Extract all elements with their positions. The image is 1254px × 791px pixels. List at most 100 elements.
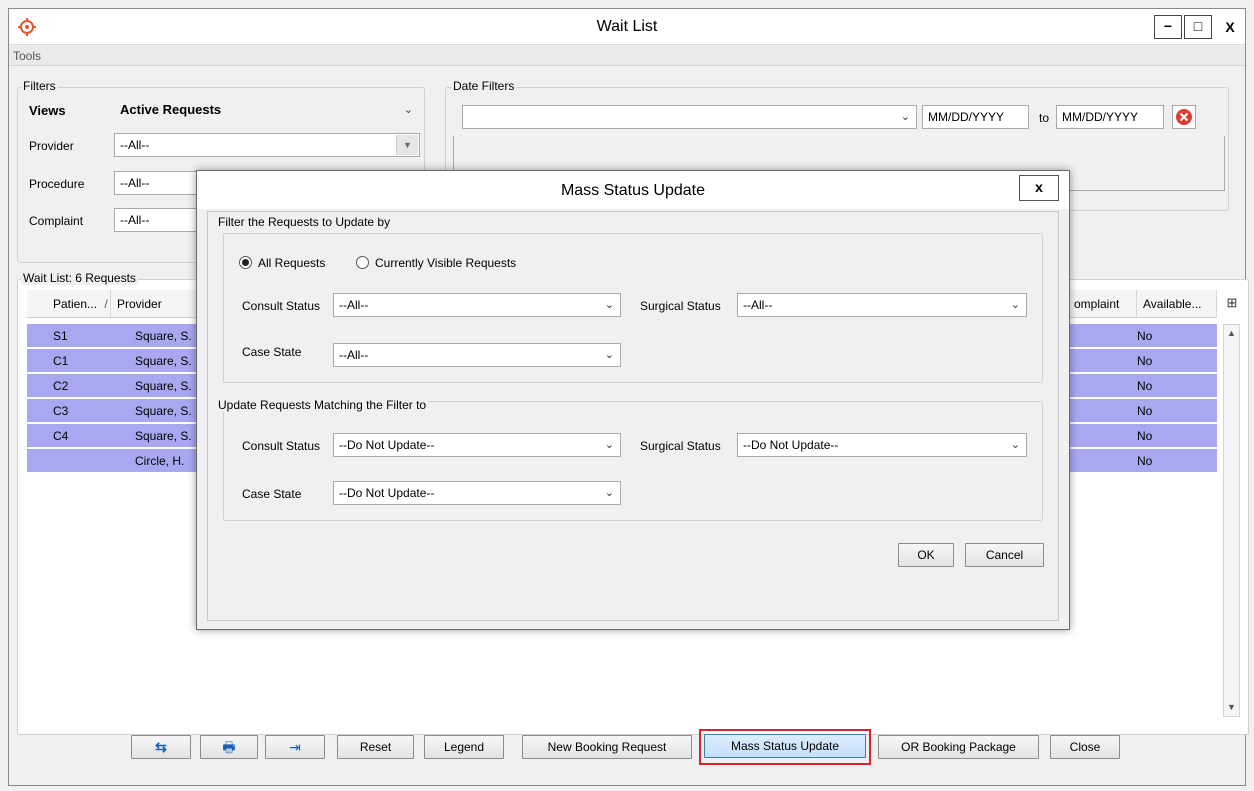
filter-surgical-value: --All-- <box>743 298 773 312</box>
sort-indicator-icon: / <box>104 297 108 311</box>
dialog-title: Mass Status Update <box>560 182 706 199</box>
procedure-label: Procedure <box>29 177 85 191</box>
close-window-button[interactable]: X <box>1217 15 1243 39</box>
ok-button[interactable]: OK <box>898 543 954 567</box>
row-patient: C1 <box>53 354 69 368</box>
date-to-placeholder: MM/DD/YYYY <box>1062 110 1139 124</box>
row-patient: S1 <box>53 329 68 343</box>
complaint-label: Complaint <box>29 214 84 228</box>
row-available: No <box>1137 454 1153 468</box>
close-button[interactable]: Close <box>1050 735 1120 759</box>
provider-value: --All-- <box>120 138 150 152</box>
print-button[interactable]: 🖶 <box>200 735 258 759</box>
row-available: No <box>1137 379 1153 393</box>
row-patient: C4 <box>53 429 69 443</box>
row-available: No <box>1137 429 1153 443</box>
legend-button[interactable]: Legend <box>424 735 504 759</box>
export-button[interactable]: ⇥ <box>265 735 325 759</box>
filter-consult-select[interactable]: --All-- ⌄ <box>333 293 621 317</box>
radio-visible-requests-label: Currently Visible Requests <box>375 256 517 270</box>
update-surgical-value: --Do Not Update-- <box>743 438 839 452</box>
col-complaint[interactable]: omplaint <box>1067 290 1137 318</box>
row-provider: Square, S. <box>135 429 192 443</box>
column-chooser-icon[interactable]: ⊞ <box>1222 290 1242 318</box>
filter-consult-value: --All-- <box>339 298 369 312</box>
scroll-up-icon[interactable]: ▲ <box>1224 325 1239 342</box>
provider-select[interactable]: --All-- ▼ <box>114 133 420 157</box>
chevron-down-icon: ⌄ <box>604 299 614 311</box>
new-booking-request-button[interactable]: New Booking Request <box>522 735 692 759</box>
chevron-down-icon: ⌄ <box>403 104 413 116</box>
radio-all-requests-label: All Requests <box>258 256 326 270</box>
date-from-input[interactable]: MM/DD/YYYY <box>922 105 1029 129</box>
filter-case-value: --All-- <box>339 348 369 362</box>
reset-button[interactable]: Reset <box>337 735 414 759</box>
row-provider: Square, S. <box>135 379 192 393</box>
filter-consult-label: Consult Status <box>242 299 321 313</box>
chevron-down-icon: ⌄ <box>604 439 614 451</box>
filter-requests-legend: Filter the Requests to Update by <box>216 215 393 229</box>
chevron-down-icon: ⌄ <box>1010 439 1020 451</box>
date-filters-legend: Date Filters <box>451 79 517 93</box>
wait-list-legend: Wait List: 6 Requests <box>21 271 138 285</box>
row-available: No <box>1137 354 1153 368</box>
update-case-select[interactable]: --Do Not Update-- ⌄ <box>333 481 621 505</box>
minimize-button[interactable]: − <box>1154 15 1182 39</box>
update-consult-value: --Do Not Update-- <box>339 438 435 452</box>
row-provider: Square, S. <box>135 354 192 368</box>
printer-icon: 🖶 <box>222 739 236 755</box>
chevron-down-icon: ⌄ <box>604 487 614 499</box>
filter-surgical-select[interactable]: --All-- ⌄ <box>737 293 1027 317</box>
complaint-value: --All-- <box>120 213 150 227</box>
cancel-button[interactable]: Cancel <box>965 543 1044 567</box>
update-case-value: --Do Not Update-- <box>339 486 435 500</box>
col-available[interactable]: Available... <box>1137 290 1217 318</box>
row-available: No <box>1137 404 1153 418</box>
views-value: Active Requests <box>120 102 222 117</box>
chevron-down-icon: ⌄ <box>604 349 614 361</box>
row-patient: C2 <box>53 379 69 393</box>
mass-status-update-dialog: Mass Status Update x Filter the Requests… <box>196 170 1070 630</box>
mass-status-update-button[interactable]: Mass Status Update <box>704 734 866 758</box>
update-surgical-label: Surgical Status <box>640 439 721 453</box>
row-available: No <box>1137 329 1153 343</box>
provider-label: Provider <box>29 139 74 153</box>
dialog-close-button[interactable]: x <box>1019 175 1059 201</box>
filters-legend: Filters <box>21 79 58 93</box>
date-to-label: to <box>1039 111 1050 125</box>
row-provider: Circle, H. <box>135 454 185 468</box>
radio-visible-requests[interactable] <box>356 256 369 269</box>
refresh-icon: ⇆ <box>155 739 167 755</box>
menu-bar: Tools <box>9 46 1245 66</box>
chevron-down-icon: ⌄ <box>1010 299 1020 311</box>
dialog-title-bar: Mass Status Update x <box>197 171 1069 209</box>
filter-case-label: Case State <box>242 345 302 359</box>
filter-surgical-label: Surgical Status <box>640 299 721 313</box>
update-surgical-select[interactable]: --Do Not Update-- ⌄ <box>737 433 1027 457</box>
update-case-label: Case State <box>242 487 302 501</box>
row-provider: Square, S. <box>135 404 192 418</box>
window-title: Wait List <box>596 18 658 35</box>
row-patient: C3 <box>53 404 69 418</box>
menu-tools[interactable]: Tools <box>13 49 41 63</box>
update-requests-legend: Update Requests Matching the Filter to <box>216 398 429 412</box>
date-range-select[interactable]: ⌄ <box>462 105 917 129</box>
dropdown-arrow-icon: ▼ <box>396 135 418 155</box>
col-patient[interactable]: Patien... / <box>27 290 111 318</box>
title-bar: Wait List − □ X <box>9 9 1245 45</box>
maximize-button[interactable]: □ <box>1184 15 1212 39</box>
chevron-down-icon: ⌄ <box>900 111 910 123</box>
row-provider: Square, S. <box>135 329 192 343</box>
refresh-button[interactable]: ⇆ <box>131 735 191 759</box>
date-to-input[interactable]: MM/DD/YYYY <box>1056 105 1164 129</box>
views-select[interactable]: Active Requests ⌄ <box>114 98 420 122</box>
radio-all-requests[interactable] <box>239 256 252 269</box>
scroll-down-icon[interactable]: ▼ <box>1224 699 1239 716</box>
filter-case-select[interactable]: --All-- ⌄ <box>333 343 621 367</box>
grid-scrollbar[interactable]: ▲ ▼ <box>1223 324 1240 717</box>
clear-dates-icon[interactable] <box>1172 105 1196 129</box>
update-consult-select[interactable]: --Do Not Update-- ⌄ <box>333 433 621 457</box>
update-consult-label: Consult Status <box>242 439 321 453</box>
or-booking-package-button[interactable]: OR Booking Package <box>878 735 1039 759</box>
views-label: Views <box>29 103 66 118</box>
